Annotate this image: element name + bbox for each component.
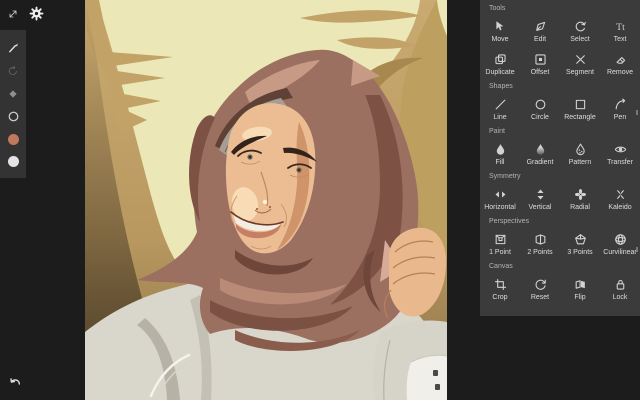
move-icon	[495, 21, 503, 31]
perspective-2points[interactable]: 2 Points	[520, 228, 560, 261]
shape-circle[interactable]: Circle	[520, 93, 560, 126]
lock-icon	[616, 280, 624, 290]
canvas-flip[interactable]: Flip	[560, 273, 600, 306]
expand-icon	[9, 10, 16, 17]
panel-section-tools: Move Edit Select Tt Text Duplicate Offse…	[480, 15, 640, 81]
shape-rectangle[interactable]: Rectangle	[560, 93, 600, 126]
perspective-1point-icon	[495, 234, 505, 245]
paint-transfer[interactable]: Transfer	[600, 138, 640, 171]
circle-icon	[535, 99, 545, 110]
duplicate-icon	[494, 54, 506, 65]
tools-panel: Tools Move Edit Select Tt Text Duplicate	[480, 0, 640, 316]
tool-offset[interactable]: Offset	[520, 48, 560, 81]
canvas-lock[interactable]: Lock	[600, 273, 640, 306]
perspective-2points-icon	[535, 234, 545, 245]
brush-size-button[interactable]	[7, 110, 20, 123]
undo-button[interactable]	[7, 374, 23, 390]
tool-remove[interactable]: Remove	[600, 48, 640, 81]
section-label-symmetry: Symmetry	[489, 173, 521, 180]
fill-color-swatch[interactable]	[7, 134, 19, 146]
brush-icon	[8, 43, 18, 53]
panel-section-perspectives: 1 Point 2 Points 3 Points Curvilinear	[480, 228, 640, 261]
segment-icon	[575, 55, 585, 64]
section-label-perspectives: Perspectives	[489, 218, 530, 225]
redo-button[interactable]	[7, 65, 19, 77]
shape-line[interactable]: Line	[480, 93, 520, 126]
symmetry-radial-icon	[574, 188, 586, 201]
brush-tool-button[interactable]	[7, 41, 20, 54]
perspective-curvilinear[interactable]: Curvilinear	[600, 228, 640, 261]
symmetry-kaleido[interactable]: Kaleido	[600, 183, 640, 216]
section-label-shapes: Shapes	[489, 83, 513, 90]
perspective-3points[interactable]: 3 Points	[560, 228, 600, 261]
stroke-ring-icon	[8, 111, 18, 122]
symmetry-vertical[interactable]: Vertical	[520, 183, 560, 216]
eraser-tool-button[interactable]	[7, 88, 19, 100]
tool-edit[interactable]: Edit	[520, 15, 560, 48]
eraser-icon	[9, 89, 17, 98]
paint-gradient[interactable]: Gradient	[520, 138, 560, 171]
canvas-reset[interactable]: Reset	[520, 273, 560, 306]
gradient-icon	[536, 144, 544, 155]
curvilinear-icon	[614, 234, 626, 245]
symmetry-radial[interactable]: Radial	[560, 183, 600, 216]
tool-select[interactable]: Select	[560, 15, 600, 48]
vector-drawing-app: Tools Move Edit Select Tt Text Duplicate	[0, 0, 640, 400]
settings-gear-icon	[29, 6, 43, 20]
panel-section-symmetry: Horizontal Vertical Radial Kaleido	[480, 183, 640, 216]
panel-section-paint: Fill Gradient Pattern Transfer	[480, 138, 640, 171]
section-label-tools: Tools	[489, 5, 506, 12]
symmetry-horizontal[interactable]: Horizontal	[480, 183, 520, 216]
perspective-1point[interactable]: 1 Point	[480, 228, 520, 261]
text-icon: Tt	[616, 22, 625, 33]
canvas-artwork	[85, 0, 448, 400]
perspective-3points-icon	[574, 234, 586, 245]
redo-icon	[8, 65, 17, 75]
crop-icon	[494, 278, 506, 291]
tool-duplicate[interactable]: Duplicate	[480, 48, 520, 81]
secondary-color-swatch[interactable]	[7, 156, 19, 168]
drawing-canvas[interactable]	[85, 0, 448, 400]
edit-icon	[535, 21, 545, 31]
tool-segment[interactable]: Segment	[560, 48, 600, 81]
rectangle-icon	[575, 99, 585, 110]
reset-icon	[535, 279, 546, 290]
pattern-icon	[575, 143, 585, 156]
panel-section-canvas: Crop Reset Flip Lock	[480, 273, 640, 306]
line-icon	[495, 99, 505, 110]
expand-button[interactable]	[5, 6, 20, 21]
panel-scroll-tick[interactable]	[636, 110, 638, 115]
undo-icon	[10, 378, 21, 385]
pen-icon	[615, 98, 625, 110]
symmetry-horizontal-icon	[495, 191, 505, 198]
settings-button[interactable]	[27, 4, 45, 22]
brush-toolbar	[0, 30, 26, 178]
kaleido-icon	[616, 189, 624, 200]
paint-fill[interactable]: Fill	[480, 138, 520, 171]
shape-pen[interactable]: Pen	[600, 93, 640, 126]
canvas-crop[interactable]: Crop	[480, 273, 520, 306]
paint-pattern[interactable]: Pattern	[560, 138, 600, 171]
panel-scroll-tick[interactable]	[636, 247, 638, 252]
transfer-icon	[614, 146, 626, 153]
panel-section-shapes: Line Circle Rectangle Pen	[480, 93, 640, 126]
svg-text:Tt: Tt	[616, 22, 625, 33]
tool-text[interactable]: Tt Text	[600, 15, 640, 48]
select-icon	[575, 21, 586, 32]
section-label-canvas: Canvas	[489, 263, 513, 270]
section-label-paint: Paint	[489, 128, 505, 135]
flip-icon	[575, 280, 585, 289]
symmetry-vertical-icon	[536, 189, 544, 200]
fill-icon	[496, 144, 504, 155]
remove-icon	[615, 57, 625, 64]
offset-icon	[534, 54, 546, 65]
tool-move[interactable]: Move	[480, 15, 520, 48]
